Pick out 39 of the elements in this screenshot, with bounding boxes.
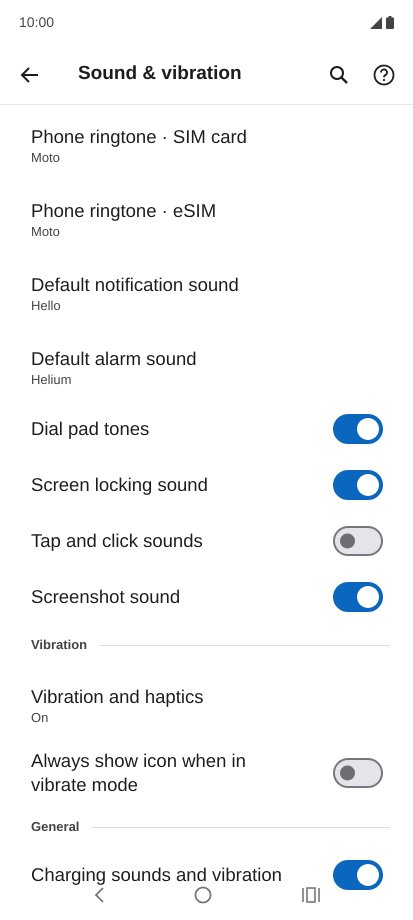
setting-item[interactable]: Phone ringtone · SIM card Moto	[0, 105, 413, 179]
toggle-switch[interactable]	[333, 414, 383, 444]
setting-title: Dial pad tones	[31, 417, 150, 441]
signal-icon	[370, 16, 382, 28]
setting-title: Tap and click sounds	[31, 529, 203, 553]
setting-title: Charging sounds and vibration	[31, 863, 282, 887]
home-circle-icon	[194, 886, 212, 904]
toggle-switch[interactable]	[333, 470, 383, 500]
setting-summary: Helium	[31, 371, 72, 389]
setting-title: Always show icon when in vibrate mode	[31, 749, 247, 797]
recents-icon	[302, 886, 320, 904]
clock-text: 10:00	[19, 13, 54, 32]
setting-title: Vibration and haptics	[31, 685, 204, 709]
setting-title: Default alarm sound	[31, 347, 198, 371]
toggle-switch[interactable]	[333, 582, 383, 612]
toggle-switch[interactable]	[333, 758, 383, 788]
setting-item[interactable]: Phone ringtone · eSIM Moto	[0, 179, 413, 253]
battery-icon	[386, 16, 394, 29]
help-icon	[373, 64, 395, 86]
page-title: Sound & vibration	[78, 62, 243, 86]
setting-summary: Hello	[31, 297, 62, 315]
setting-title: Default notification sound	[31, 273, 240, 297]
search-icon	[329, 64, 349, 84]
toggle-switch[interactable]	[333, 526, 383, 556]
chevron-left-icon	[92, 886, 105, 904]
setting-title: Phone ringtone · SIM card	[31, 125, 248, 149]
setting-title: Screenshot sound	[31, 585, 180, 609]
setting-title: Phone ringtone · eSIM	[31, 199, 218, 223]
setting-summary: On	[31, 709, 50, 727]
setting-title: Screen locking sound	[31, 473, 208, 497]
back-arrow-icon	[20, 64, 40, 84]
section-header: Vibration	[31, 636, 88, 654]
toggle-switch[interactable]	[333, 860, 383, 890]
setting-summary: Moto	[31, 149, 61, 167]
setting-item[interactable]: Default alarm sound Helium	[0, 327, 413, 401]
setting-item[interactable]: Vibration and haptics On	[0, 665, 413, 739]
section-header: General	[31, 818, 80, 836]
setting-item[interactable]: Default notification sound Hello	[0, 253, 413, 327]
setting-summary: Moto	[31, 223, 61, 241]
